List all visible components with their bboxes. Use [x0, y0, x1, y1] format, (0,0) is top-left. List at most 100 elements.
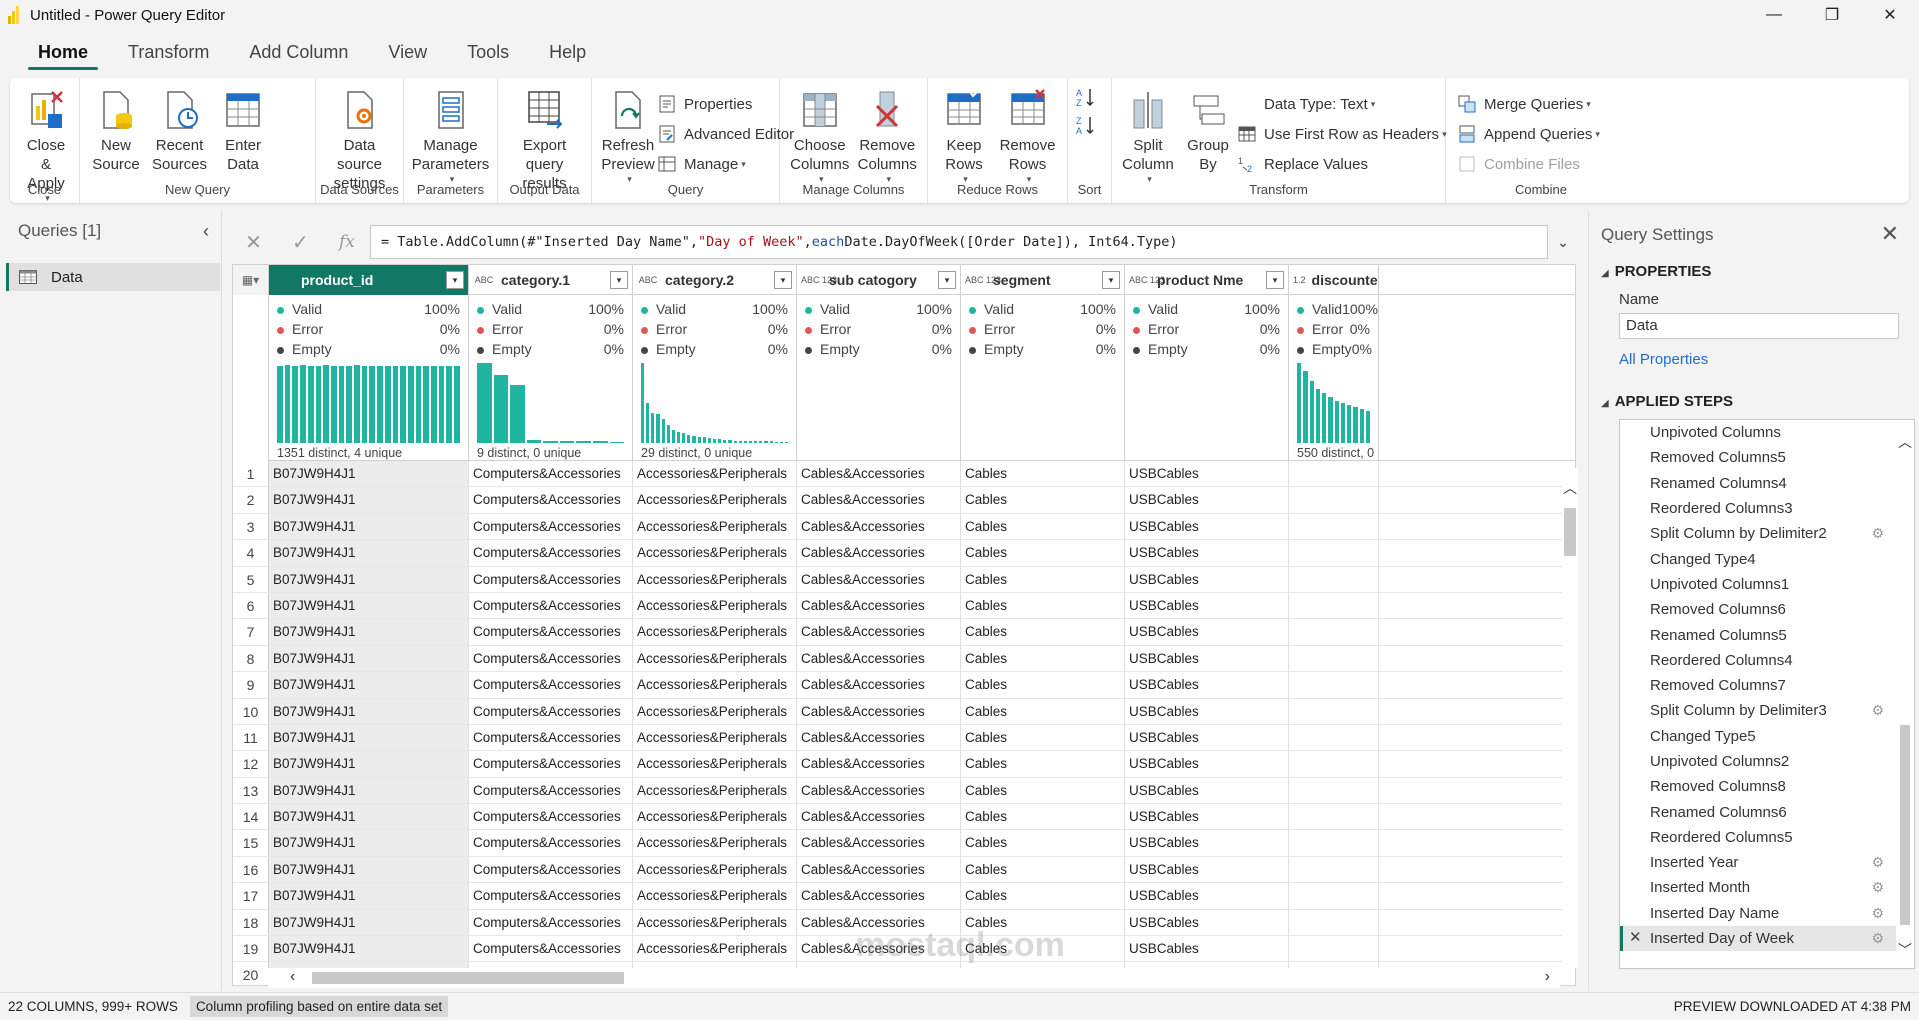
table-cell[interactable]: Cables&Accessories	[797, 513, 961, 540]
filter-dropdown-icon[interactable]: ▾	[446, 271, 464, 289]
table-cell[interactable]: USBCables	[1125, 513, 1289, 540]
gear-icon[interactable]: ⚙	[1871, 702, 1884, 719]
table-cell[interactable]	[1289, 619, 1379, 645]
applied-step[interactable]: Renamed Columns4	[1620, 471, 1914, 496]
table-row[interactable]: 7 B07JW9H4J1 Computers&Accessories Accessor…	[233, 619, 1575, 646]
table-cell[interactable]: Computers&Accessories	[469, 724, 633, 751]
table-row[interactable]: 14 B07JW9H4J1 Computers&Accessories Accesso…	[233, 804, 1575, 831]
applied-step[interactable]: Removed Columns7	[1620, 673, 1914, 698]
table-cell[interactable]: B07JW9H4J1	[269, 461, 469, 487]
table-cell[interactable]: Accessories&Peripherals	[633, 883, 797, 909]
table-cell[interactable]: Cables	[961, 672, 1125, 698]
table-cell[interactable]: Cables	[961, 566, 1125, 592]
table-cell[interactable]: Cables	[961, 751, 1125, 777]
table-cell[interactable]	[1289, 883, 1379, 909]
table-row[interactable]: 6 B07JW9H4J1 Computers&Accessories Accessor…	[233, 592, 1575, 620]
table-cell[interactable]: Accessories&Peripherals	[633, 645, 797, 672]
table-cell[interactable]: Accessories&Peripherals	[633, 513, 797, 540]
table-menu-icon[interactable]: ▦▾	[233, 265, 269, 295]
table-cell[interactable]	[1289, 566, 1379, 592]
recent-sources-button[interactable]: Recent Sources	[146, 84, 213, 178]
type-badge[interactable]: ABC 123	[965, 275, 1001, 285]
gear-icon[interactable]: ⚙	[1871, 525, 1884, 542]
table-cell[interactable]: Cables	[961, 804, 1125, 830]
row-number[interactable]: 12	[233, 751, 269, 777]
table-cell[interactable]	[1289, 487, 1379, 513]
table-row[interactable]: 19 B07JW9H4J1 Computers&Accessories Accesso…	[233, 936, 1575, 963]
table-cell[interactable]: USBCables	[1125, 830, 1289, 856]
export-query-results-button[interactable]: Export query results	[504, 84, 585, 197]
type-badge[interactable]: ABC	[473, 275, 495, 285]
table-row[interactable]: 5 B07JW9H4J1 Computers&Accessories Accessor…	[233, 566, 1575, 593]
table-cell[interactable]: Accessories&Peripherals	[633, 461, 797, 487]
formula-input[interactable]: = Table.AddColumn(#"Inserted Day Name", …	[370, 225, 1548, 259]
table-cell[interactable]: B07JW9H4J1	[269, 513, 469, 540]
applied-step[interactable]: Removed Columns6	[1620, 597, 1914, 622]
filter-dropdown-icon[interactable]: ▾	[1102, 271, 1120, 289]
row-number[interactable]: 19	[233, 936, 269, 962]
table-cell[interactable]: USBCables	[1125, 619, 1289, 645]
table-cell[interactable]: Cables	[961, 592, 1125, 619]
fx-icon[interactable]: fx	[339, 232, 355, 252]
table-cell[interactable]: Cables&Accessories	[797, 883, 961, 909]
table-cell[interactable]: USBCables	[1125, 461, 1289, 487]
table-cell[interactable]: Computers&Accessories	[469, 619, 633, 645]
applied-step[interactable]: Reordered Columns4	[1620, 648, 1914, 673]
row-number[interactable]: 11	[233, 724, 269, 751]
table-cell[interactable]: USBCables	[1125, 566, 1289, 592]
row-number[interactable]: 3	[233, 513, 269, 540]
row-number[interactable]: 1	[233, 461, 269, 487]
group-by-button[interactable]: Group By	[1178, 84, 1238, 178]
append-queries-button[interactable]: Append Queries ▾	[1458, 122, 1600, 146]
table-cell[interactable]: Computers&Accessories	[469, 487, 633, 513]
table-row[interactable]: 9 B07JW9H4J1 Computers&Accessories Accessor…	[233, 672, 1575, 699]
table-cell[interactable]: B07JW9H4J1	[269, 830, 469, 856]
table-row[interactable]: 17 B07JW9H4J1 Computers&Accessories Accesso…	[233, 883, 1575, 910]
type-badge[interactable]: ABC 123	[801, 275, 837, 285]
applied-step[interactable]: Removed Columns5	[1620, 445, 1914, 470]
table-cell[interactable]: USBCables	[1125, 777, 1289, 804]
table-cell[interactable]: Accessories&Peripherals	[633, 619, 797, 645]
table-cell[interactable]: Cables&Accessories	[797, 461, 961, 487]
table-row[interactable]: 4 B07JW9H4J1 Computers&Accessories Accessor…	[233, 540, 1575, 567]
row-number[interactable]: 10	[233, 698, 269, 724]
table-cell[interactable]: Accessories&Peripherals	[633, 592, 797, 619]
table-cell[interactable]: Computers&Accessories	[469, 698, 633, 724]
table-cell[interactable]: Cables	[961, 645, 1125, 672]
split-column-button[interactable]: Split Column ▾	[1118, 84, 1178, 189]
table-cell[interactable]: USBCables	[1125, 751, 1289, 777]
table-cell[interactable]: Cables&Accessories	[797, 856, 961, 883]
table-cell[interactable]: B07JW9H4J1	[269, 487, 469, 513]
table-cell[interactable]	[1289, 751, 1379, 777]
table-cell[interactable]: USBCables	[1125, 540, 1289, 566]
table-cell[interactable]: Accessories&Peripherals	[633, 936, 797, 962]
gear-icon[interactable]: ⚙	[1871, 905, 1884, 922]
table-cell[interactable]: Cables	[961, 513, 1125, 540]
table-cell[interactable]: B07JW9H4J1	[269, 856, 469, 883]
tab-home[interactable]: Home	[18, 32, 108, 72]
cancel-formula-icon[interactable]: ✕	[245, 230, 262, 255]
table-cell[interactable]: Cables&Accessories	[797, 619, 961, 645]
type-badge[interactable]: ABC	[637, 275, 659, 285]
table-cell[interactable]: Cables&Accessories	[797, 777, 961, 804]
table-cell[interactable]: USBCables	[1125, 883, 1289, 909]
row-number[interactable]: 2	[233, 487, 269, 513]
minimize-button[interactable]: —	[1745, 0, 1803, 30]
table-cell[interactable]: Cables	[961, 487, 1125, 513]
tab-help[interactable]: Help	[529, 32, 606, 72]
replace-values-button[interactable]: 12 Replace Values	[1238, 152, 1447, 176]
row-number[interactable]: 17	[233, 883, 269, 909]
table-cell[interactable]: Accessories&Peripherals	[633, 487, 797, 513]
refresh-preview-button[interactable]: Refresh Preview ▾	[598, 84, 658, 189]
properties-button[interactable]: Properties	[658, 92, 794, 116]
all-properties-link[interactable]: All Properties	[1619, 351, 1708, 368]
table-cell[interactable]: Computers&Accessories	[469, 777, 633, 804]
table-cell[interactable]: Cables&Accessories	[797, 724, 961, 751]
merge-queries-button[interactable]: Merge Queries ▾	[1458, 92, 1600, 116]
column-header[interactable]: ABC 123 product Nme ▾	[1125, 265, 1289, 295]
applied-step[interactable]: Split Column by Delimiter3 ⚙	[1620, 698, 1914, 723]
table-cell[interactable]: Cables	[961, 777, 1125, 804]
collapse-left-icon[interactable]: ‹	[203, 221, 209, 242]
tab-tools[interactable]: Tools	[447, 32, 529, 72]
horizontal-scrollbar[interactable]: ‹ ›	[268, 968, 1560, 988]
